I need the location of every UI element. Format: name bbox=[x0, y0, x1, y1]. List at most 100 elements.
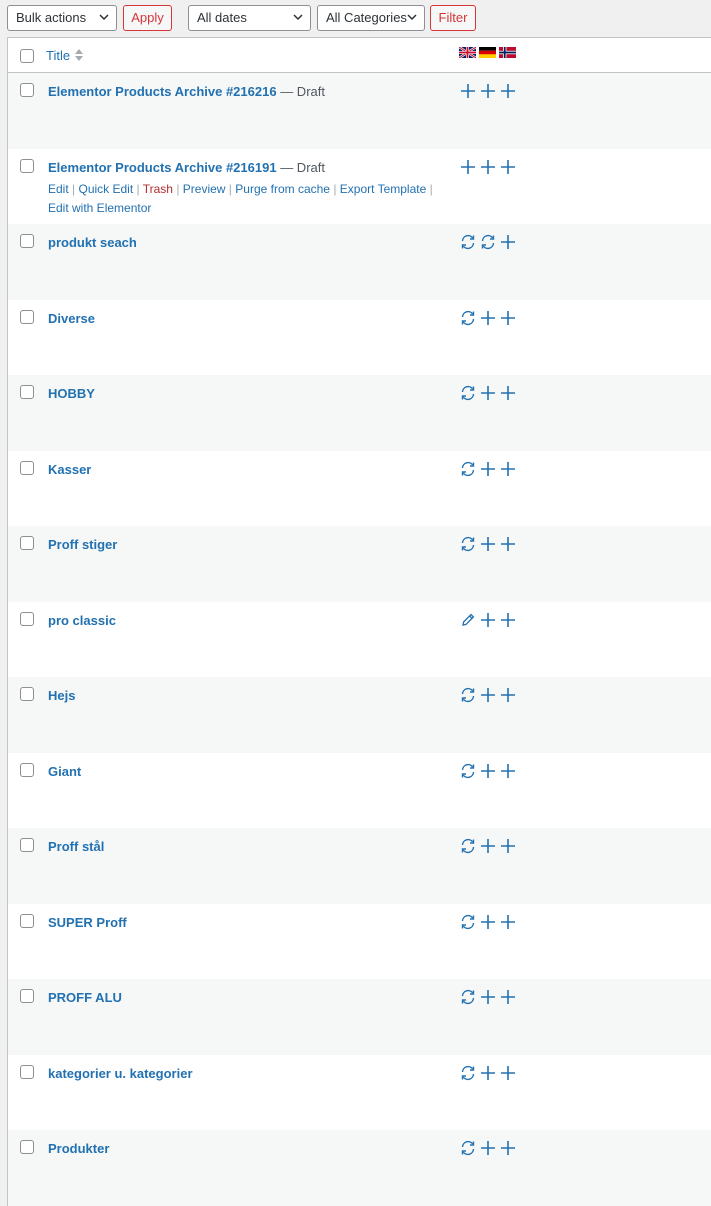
plus-icon[interactable] bbox=[479, 82, 497, 100]
post-title-link[interactable]: Diverse bbox=[48, 311, 95, 326]
plus-icon[interactable] bbox=[479, 611, 497, 629]
sync-icon[interactable] bbox=[459, 233, 477, 251]
plus-icon[interactable] bbox=[499, 762, 517, 780]
row-checkbox[interactable] bbox=[20, 687, 34, 701]
post-title-link[interactable]: Proff stiger bbox=[48, 537, 117, 552]
plus-icon[interactable] bbox=[499, 535, 517, 553]
sync-icon[interactable] bbox=[459, 1139, 477, 1157]
post-title-link[interactable]: PROFF ALU bbox=[48, 990, 122, 1005]
sync-icon[interactable] bbox=[459, 837, 477, 855]
plus-icon[interactable] bbox=[499, 1139, 517, 1157]
row-checkbox[interactable] bbox=[20, 536, 34, 550]
table-row: kategorier u. kategorier bbox=[8, 1055, 711, 1131]
post-title-link[interactable]: kategorier u. kategorier bbox=[48, 1066, 193, 1081]
table-row: produkt seach bbox=[8, 224, 711, 300]
sync-icon[interactable] bbox=[459, 913, 477, 931]
title-column-header[interactable]: Title bbox=[46, 48, 70, 63]
post-title-link[interactable]: Produkter bbox=[48, 1141, 109, 1156]
chevron-down-icon bbox=[99, 14, 109, 21]
dates-filter-select[interactable]: All dates bbox=[188, 5, 311, 31]
post-title-link[interactable]: Elementor Products Archive #216191 bbox=[48, 160, 277, 175]
table-row: Giant bbox=[8, 753, 711, 829]
row-action-link[interactable]: Edit bbox=[48, 182, 69, 196]
plus-icon[interactable] bbox=[479, 762, 497, 780]
post-title-link[interactable]: Elementor Products Archive #216216 bbox=[48, 84, 277, 99]
post-title-link[interactable]: SUPER Proff bbox=[48, 915, 127, 930]
sort-icon[interactable] bbox=[74, 47, 84, 63]
row-checkbox[interactable] bbox=[20, 83, 34, 97]
plus-icon[interactable] bbox=[479, 535, 497, 553]
plus-icon[interactable] bbox=[499, 1064, 517, 1082]
translation-status-cell bbox=[459, 837, 529, 855]
row-checkbox[interactable] bbox=[20, 913, 34, 928]
sync-icon[interactable] bbox=[459, 762, 477, 780]
title-cell: produkt seach bbox=[48, 233, 448, 252]
plus-icon[interactable] bbox=[479, 686, 497, 704]
post-title-link[interactable]: pro classic bbox=[48, 613, 116, 628]
row-checkbox[interactable] bbox=[20, 611, 34, 626]
plus-icon[interactable] bbox=[499, 158, 517, 176]
row-checkbox[interactable] bbox=[20, 838, 34, 852]
row-checkbox[interactable] bbox=[20, 460, 34, 475]
sync-icon[interactable] bbox=[459, 384, 477, 402]
row-checkbox[interactable] bbox=[20, 1140, 34, 1154]
sync-icon[interactable] bbox=[459, 1064, 477, 1082]
plus-icon[interactable] bbox=[499, 611, 517, 629]
categories-filter-select[interactable]: All Categories bbox=[317, 5, 425, 31]
plus-icon[interactable] bbox=[499, 837, 517, 855]
post-title-link[interactable]: Kasser bbox=[48, 462, 91, 477]
sync-icon[interactable] bbox=[459, 686, 477, 704]
plus-icon[interactable] bbox=[479, 158, 497, 176]
plus-icon[interactable] bbox=[499, 686, 517, 704]
row-checkbox[interactable] bbox=[20, 385, 34, 399]
plus-icon[interactable] bbox=[499, 988, 517, 1006]
apply-button[interactable]: Apply bbox=[123, 5, 172, 31]
row-checkbox[interactable] bbox=[20, 1064, 34, 1079]
row-checkbox[interactable] bbox=[20, 309, 34, 324]
plus-icon[interactable] bbox=[479, 837, 497, 855]
post-title-link[interactable]: produkt seach bbox=[48, 235, 137, 250]
plus-icon[interactable] bbox=[459, 82, 477, 100]
pencil-icon[interactable] bbox=[459, 611, 477, 629]
sync-icon[interactable] bbox=[459, 988, 477, 1006]
row-action-link[interactable]: Quick Edit bbox=[78, 182, 133, 196]
table-row: SUPER Proff bbox=[8, 904, 711, 980]
table-row: Kasser bbox=[8, 451, 711, 527]
plus-icon[interactable] bbox=[479, 384, 497, 402]
sync-icon[interactable] bbox=[459, 535, 477, 553]
row-checkbox[interactable] bbox=[20, 234, 34, 248]
row-action-link[interactable]: Export Template bbox=[340, 182, 427, 196]
sync-icon[interactable] bbox=[479, 233, 497, 251]
post-title-link[interactable]: HOBBY bbox=[48, 386, 95, 401]
row-checkbox[interactable] bbox=[20, 158, 34, 173]
plus-icon[interactable] bbox=[499, 82, 517, 100]
row-action-link[interactable]: Trash bbox=[143, 182, 173, 196]
plus-icon[interactable] bbox=[499, 233, 517, 251]
sync-icon[interactable] bbox=[459, 309, 477, 327]
plus-icon[interactable] bbox=[479, 460, 497, 478]
row-action-link[interactable]: Edit with Elementor bbox=[48, 201, 151, 215]
plus-icon[interactable] bbox=[499, 460, 517, 478]
bulk-actions-select[interactable]: Bulk actions bbox=[7, 5, 117, 31]
post-title-link[interactable]: Proff stål bbox=[48, 839, 104, 854]
plus-icon[interactable] bbox=[479, 913, 497, 931]
plus-icon[interactable] bbox=[499, 309, 517, 327]
row-action-link[interactable]: Preview bbox=[183, 182, 226, 196]
plus-icon[interactable] bbox=[499, 913, 517, 931]
filter-button[interactable]: Filter bbox=[430, 5, 476, 31]
post-title-link[interactable]: Giant bbox=[48, 764, 81, 779]
table-row: Proff stiger bbox=[8, 526, 711, 602]
post-title-link[interactable]: Hejs bbox=[48, 688, 75, 703]
translation-status-cell bbox=[459, 82, 529, 100]
plus-icon[interactable] bbox=[479, 1139, 497, 1157]
plus-icon[interactable] bbox=[479, 988, 497, 1006]
row-checkbox[interactable] bbox=[20, 989, 34, 1003]
plus-icon[interactable] bbox=[499, 384, 517, 402]
row-action-link[interactable]: Purge from cache bbox=[235, 182, 330, 196]
select-all-checkbox[interactable] bbox=[20, 49, 34, 63]
plus-icon[interactable] bbox=[459, 158, 477, 176]
row-checkbox[interactable] bbox=[20, 762, 34, 777]
plus-icon[interactable] bbox=[479, 1064, 497, 1082]
plus-icon[interactable] bbox=[479, 309, 497, 327]
sync-icon[interactable] bbox=[459, 460, 477, 478]
